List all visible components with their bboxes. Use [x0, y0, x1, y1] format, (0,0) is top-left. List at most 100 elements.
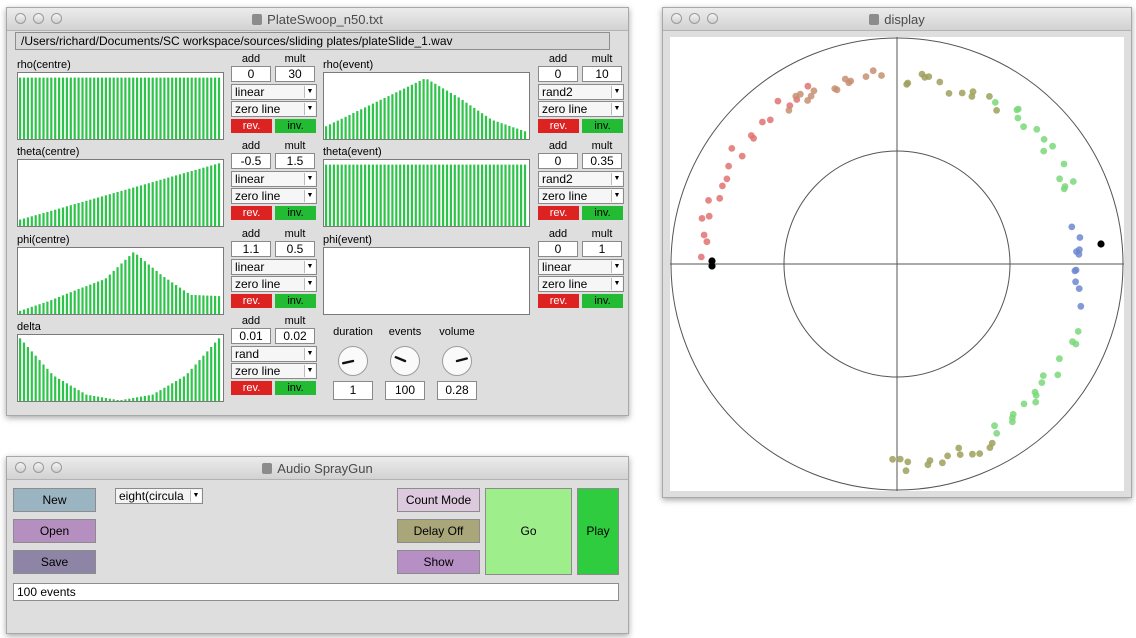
bar — [178, 287, 182, 314]
bar — [104, 278, 107, 314]
multislider[interactable] — [17, 72, 224, 140]
knob-value[interactable]: 100 — [385, 381, 425, 400]
mult-input[interactable]: 0.5 — [275, 241, 315, 257]
multislider[interactable] — [323, 72, 530, 140]
line-select[interactable]: zero line ▼ — [231, 101, 317, 117]
invert-button[interactable]: inv. — [275, 294, 316, 308]
bar — [65, 383, 68, 401]
data-point — [703, 238, 711, 246]
invert-button[interactable]: inv. — [275, 119, 316, 133]
bar — [418, 81, 421, 139]
file-path-field[interactable]: /Users/richard/Documents/SC workspace/so… — [15, 32, 610, 50]
reverse-button[interactable]: rev. — [231, 119, 272, 133]
multislider[interactable] — [17, 247, 224, 315]
knob-value[interactable]: 0.28 — [437, 381, 477, 400]
count-mode-button[interactable]: Count Mode — [397, 488, 480, 512]
knob-value[interactable]: 1 — [333, 381, 373, 400]
line-select[interactable]: zero line ▼ — [538, 276, 624, 292]
bar — [438, 86, 441, 139]
bar — [198, 77, 201, 139]
invert-button[interactable]: inv. — [582, 294, 623, 308]
show-button[interactable]: Show — [397, 550, 480, 574]
mult-input[interactable]: 30 — [275, 66, 315, 82]
bar — [426, 79, 429, 139]
play-button[interactable]: Play — [577, 488, 619, 575]
line-select[interactable]: zero line ▼ — [231, 363, 317, 379]
bar — [163, 77, 166, 139]
curve-select[interactable]: linear ▼ — [231, 259, 317, 275]
bar — [136, 397, 139, 401]
knob-0[interactable] — [338, 346, 368, 376]
reverse-button[interactable]: rev. — [538, 206, 579, 220]
curve-select[interactable]: rand2 ▼ — [538, 171, 624, 187]
mult-input[interactable]: 0.35 — [582, 153, 622, 169]
knob-2[interactable] — [442, 346, 472, 376]
mode-select[interactable]: eight(circula ▼ — [115, 488, 203, 504]
bar — [190, 77, 193, 139]
bar — [120, 190, 123, 226]
bar — [73, 387, 76, 401]
data-point — [1060, 160, 1068, 168]
curve-select[interactable]: linear ▼ — [231, 171, 317, 187]
bar — [61, 77, 65, 139]
add-input[interactable]: 0 — [538, 241, 578, 257]
invert-button[interactable]: inv. — [275, 206, 316, 220]
curve-select[interactable]: rand2 ▼ — [538, 84, 624, 100]
reverse-button[interactable]: rev. — [231, 294, 272, 308]
multislider[interactable] — [323, 159, 530, 227]
go-button[interactable]: Go — [485, 488, 572, 575]
invert-button[interactable]: inv. — [275, 381, 316, 395]
bar — [128, 256, 131, 314]
spraygun-titlebar[interactable]: Audio SprayGun — [7, 457, 628, 480]
mult-input[interactable]: 0.02 — [275, 328, 315, 344]
invert-button[interactable]: inv. — [582, 119, 623, 133]
curve-select[interactable]: rand ▼ — [231, 346, 317, 362]
multislider[interactable] — [17, 159, 224, 227]
line-select[interactable]: zero line ▼ — [538, 101, 624, 117]
bar — [97, 77, 100, 139]
bar — [54, 298, 57, 314]
status-field[interactable]: 100 events — [13, 583, 619, 601]
data-point — [774, 97, 782, 105]
curve-select[interactable]: linear ▼ — [538, 259, 624, 275]
bar — [395, 164, 398, 226]
add-input[interactable]: 0 — [538, 153, 578, 169]
new-button[interactable]: New — [13, 488, 96, 512]
bar — [58, 208, 61, 226]
delay-off-button[interactable]: Delay Off — [397, 519, 480, 543]
line-select[interactable]: zero line ▼ — [231, 188, 317, 204]
knob-1[interactable] — [390, 346, 420, 376]
mult-input[interactable]: 10 — [582, 66, 622, 82]
multislider[interactable] — [323, 247, 530, 315]
display-titlebar[interactable]: display — [663, 8, 1131, 31]
add-input[interactable]: 0 — [231, 66, 271, 82]
curve-select-value: linear — [235, 172, 265, 186]
plateswoop-titlebar[interactable]: PlateSwoop_n50.txt — [7, 8, 628, 31]
line-select[interactable]: zero line ▼ — [538, 188, 624, 204]
add-input[interactable]: -0.5 — [231, 153, 271, 169]
bar — [442, 88, 445, 139]
mult-input[interactable]: 1.5 — [275, 153, 315, 169]
bar — [523, 164, 527, 226]
line-select[interactable]: zero line ▼ — [231, 276, 317, 292]
reverse-button[interactable]: rev. — [231, 381, 272, 395]
bar — [139, 396, 143, 401]
data-point — [1072, 278, 1079, 286]
add-input[interactable]: 0 — [538, 66, 578, 82]
reverse-button[interactable]: rev. — [231, 206, 272, 220]
open-button[interactable]: Open — [13, 519, 96, 543]
bar — [391, 164, 394, 226]
reverse-button[interactable]: rev. — [538, 294, 579, 308]
save-button[interactable]: Save — [13, 550, 96, 574]
chevron-down-icon: ▼ — [611, 261, 622, 273]
multislider[interactable] — [17, 334, 224, 402]
add-input[interactable]: 0.01 — [231, 328, 271, 344]
mult-input[interactable]: 1 — [582, 241, 622, 257]
reverse-button[interactable]: rev. — [538, 119, 579, 133]
add-input[interactable]: 1.1 — [231, 241, 271, 257]
curve-select[interactable]: linear ▼ — [231, 84, 317, 100]
bar — [206, 77, 209, 139]
bar — [516, 128, 519, 139]
invert-button[interactable]: inv. — [582, 206, 623, 220]
data-point — [904, 458, 912, 466]
